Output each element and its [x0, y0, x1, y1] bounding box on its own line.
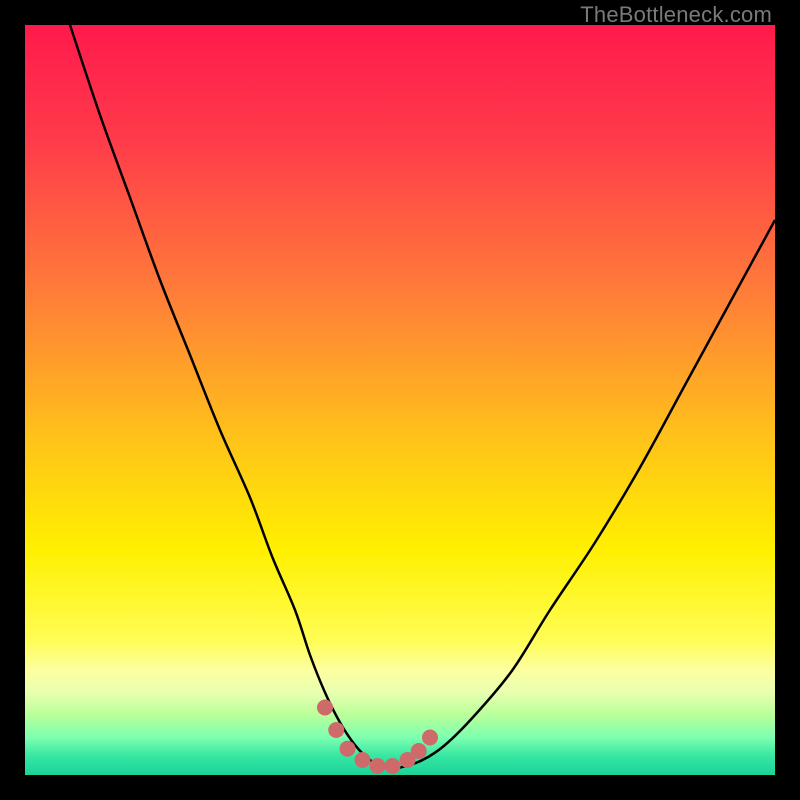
valley-dot: [370, 758, 386, 774]
chart-svg: [25, 25, 775, 775]
valley-dot: [328, 722, 344, 738]
watermark-text: TheBottleneck.com: [580, 2, 772, 28]
bottleneck-curve: [70, 25, 775, 768]
valley-dot: [317, 700, 333, 716]
valley-dot: [385, 758, 401, 774]
valley-dots: [317, 700, 438, 775]
plot-area: [25, 25, 775, 775]
valley-dot: [422, 730, 438, 746]
valley-dot: [355, 752, 371, 768]
valley-dot: [340, 741, 356, 757]
outer-frame: TheBottleneck.com: [0, 0, 800, 800]
valley-dot: [411, 743, 427, 759]
